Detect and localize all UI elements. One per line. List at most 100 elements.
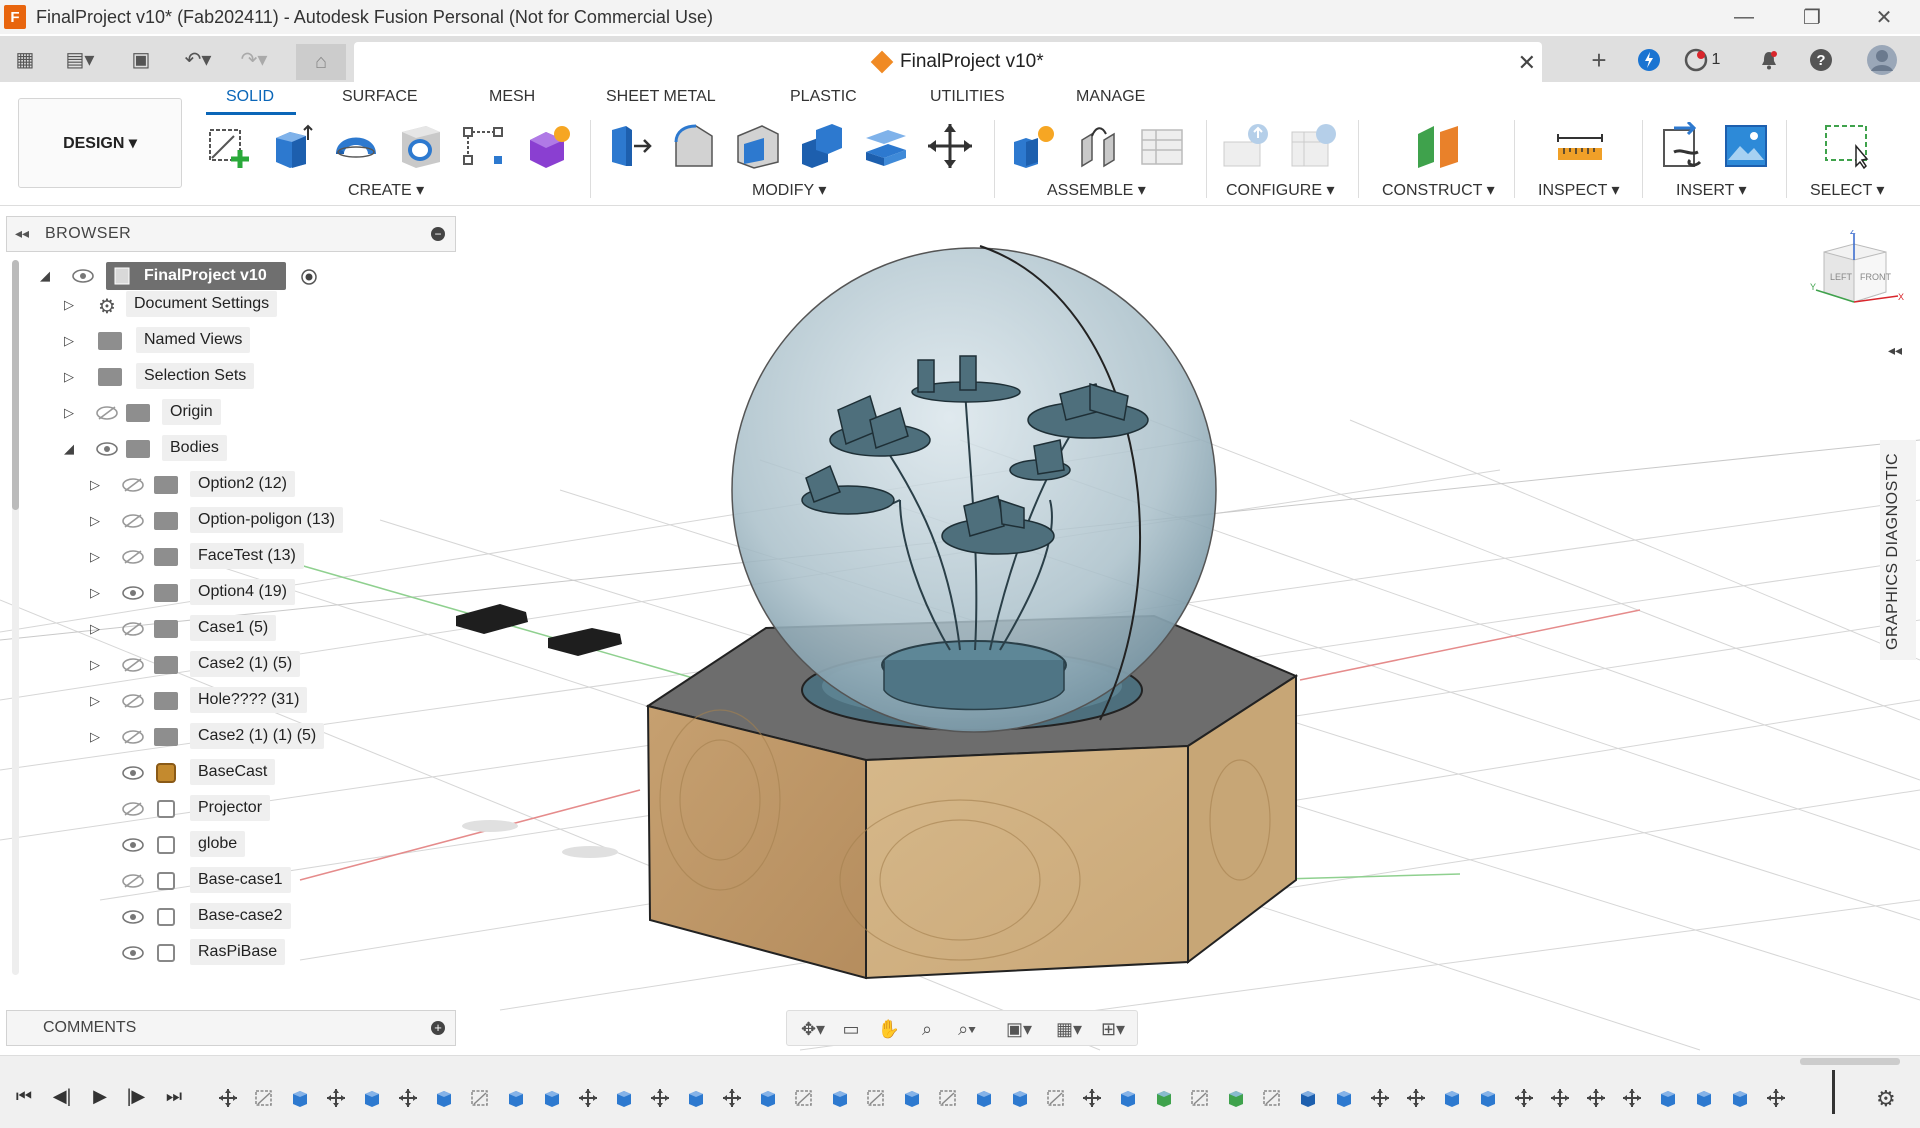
revolve-icon[interactable]	[332, 122, 380, 170]
timeline-track[interactable]	[218, 1082, 1838, 1112]
viewports-icon[interactable]: ⊞▾	[1093, 1017, 1133, 1041]
minimize-button[interactable]: —	[1716, 0, 1772, 34]
timeline-move-icon[interactable]	[218, 1088, 238, 1108]
timeline-extrude-icon[interactable]	[1478, 1088, 1498, 1108]
visibility-eye-icon[interactable]	[96, 442, 118, 456]
pattern-icon[interactable]	[460, 122, 508, 170]
construct-group-label[interactable]: CONSTRUCT ▾	[1382, 180, 1495, 200]
tree-item-body[interactable]: globe	[32, 831, 432, 859]
timeline-move-icon[interactable]	[1766, 1088, 1786, 1108]
new-tab-plus-icon[interactable]: +	[1584, 45, 1614, 75]
tab-sheet-metal[interactable]: SHEET METAL	[606, 88, 716, 106]
hidden-eye-icon[interactable]	[122, 478, 144, 492]
hidden-eye-icon[interactable]	[122, 802, 144, 816]
tree-item-body[interactable]: Base-case1	[32, 867, 432, 895]
tree-item-origin[interactable]: ▷ Origin	[32, 399, 332, 427]
expand-triangle-icon[interactable]: ▷	[88, 513, 102, 528]
combine-icon[interactable]	[798, 122, 846, 170]
hidden-eye-icon[interactable]	[122, 874, 144, 888]
hidden-eye-icon[interactable]	[96, 406, 118, 420]
timeline-joint-icon[interactable]	[1298, 1088, 1318, 1108]
extrude-icon[interactable]	[268, 122, 316, 170]
visibility-eye-icon[interactable]	[122, 766, 144, 780]
expand-triangle-icon[interactable]: ▷	[62, 405, 76, 420]
fillet-icon[interactable]	[670, 122, 718, 170]
expand-triangle-icon[interactable]: ▷	[88, 657, 102, 672]
timeline-move-icon[interactable]	[398, 1088, 418, 1108]
timeline-plane-icon[interactable]	[1154, 1088, 1174, 1108]
table-icon[interactable]	[1138, 122, 1186, 170]
browser-scrollbar-thumb[interactable]	[12, 260, 19, 510]
tree-item-component[interactable]: ▷ Case2 (1) (1) (5)	[32, 723, 432, 751]
workspace-selector[interactable]: DESIGN ▾	[18, 98, 182, 188]
hidden-eye-icon[interactable]	[122, 514, 144, 528]
save-icon[interactable]: ▣	[126, 44, 156, 74]
tree-item-component[interactable]: ▷ FaceTest (13)	[32, 543, 432, 571]
timeline-sketch-icon[interactable]	[470, 1088, 490, 1108]
expand-triangle-icon[interactable]: ▷	[62, 333, 76, 348]
visibility-eye-icon[interactable]	[122, 946, 144, 960]
timeline-move-icon[interactable]	[1082, 1088, 1102, 1108]
hole-icon[interactable]	[396, 122, 444, 170]
redo-icon[interactable]: ↷▾	[232, 44, 276, 74]
zoom-icon[interactable]: ⌕	[913, 1017, 941, 1041]
timeline-move-icon[interactable]	[1550, 1088, 1570, 1108]
timeline-extrude-icon[interactable]	[1658, 1088, 1678, 1108]
tree-item-component[interactable]: ▷ Case1 (5)	[32, 615, 432, 643]
timeline-sketch-icon[interactable]	[254, 1088, 274, 1108]
display-settings-icon[interactable]: ▣▾	[999, 1017, 1039, 1041]
timeline-extrude-icon[interactable]	[362, 1088, 382, 1108]
file-menu-icon[interactable]: ▤▾	[60, 44, 100, 74]
timeline-move-icon[interactable]	[326, 1088, 346, 1108]
press-pull-icon[interactable]	[606, 122, 654, 170]
hidden-eye-icon[interactable]	[122, 622, 144, 636]
extensions-icon[interactable]	[1634, 45, 1664, 75]
inspect-group-label[interactable]: INSPECT ▾	[1538, 180, 1620, 200]
timeline-extrude-icon[interactable]	[830, 1088, 850, 1108]
orbit-icon[interactable]: ✥▾	[793, 1017, 833, 1041]
offset-plane-icon[interactable]	[1414, 122, 1462, 170]
timeline-extrude-icon[interactable]	[758, 1088, 778, 1108]
timeline-marker[interactable]	[1832, 1070, 1835, 1114]
collapse-browser-icon[interactable]: ◂◂	[15, 225, 29, 242]
go-to-end-icon[interactable]: ⏭	[160, 1084, 188, 1108]
configure-icon[interactable]	[1222, 122, 1270, 170]
configure-group-label[interactable]: CONFIGURE ▾	[1226, 180, 1334, 200]
user-avatar-icon[interactable]	[1864, 45, 1900, 75]
expand-triangle-icon[interactable]: ▷	[88, 621, 102, 636]
new-component-icon[interactable]	[1010, 122, 1058, 170]
visibility-eye-icon[interactable]	[122, 838, 144, 852]
tree-item-component[interactable]: ▷ Option2 (12)	[32, 471, 432, 499]
timeline-extrude-icon[interactable]	[974, 1088, 994, 1108]
configure-table-icon[interactable]	[1290, 122, 1338, 170]
active-radio-icon[interactable]	[300, 268, 318, 286]
visibility-eye-icon[interactable]	[122, 586, 144, 600]
home-tab-icon[interactable]: ⌂	[296, 44, 346, 80]
tree-item-body[interactable]: Projector	[32, 795, 432, 823]
timeline-move-icon[interactable]	[1622, 1088, 1642, 1108]
tab-plastic[interactable]: PLASTIC	[790, 88, 857, 106]
select-group-label[interactable]: SELECT ▾	[1810, 180, 1884, 200]
expand-triangle-icon[interactable]: ▷	[62, 297, 76, 312]
timeline-move-icon[interactable]	[578, 1088, 598, 1108]
timeline-sketch-icon[interactable]	[938, 1088, 958, 1108]
insert-canvas-icon[interactable]	[1722, 122, 1770, 170]
visibility-eye-icon[interactable]	[122, 910, 144, 924]
tree-item-bodies[interactable]: ◢ Bodies	[32, 435, 332, 463]
window-select-icon[interactable]	[1822, 122, 1870, 170]
timeline-extrude-icon[interactable]	[1010, 1088, 1030, 1108]
timeline-move-icon[interactable]	[1406, 1088, 1426, 1108]
comments-panel[interactable]: COMMENTS +	[6, 1010, 456, 1046]
timeline-extrude-icon[interactable]	[290, 1088, 310, 1108]
app-grid-icon[interactable]: ▦	[10, 44, 40, 74]
tree-item-named-views[interactable]: ▷ Named Views	[32, 327, 332, 355]
timeline-plane-icon[interactable]	[1226, 1088, 1246, 1108]
fit-zoom-icon[interactable]: ⌕▾	[947, 1017, 987, 1041]
timeline-move-icon[interactable]	[1370, 1088, 1390, 1108]
assemble-group-label[interactable]: ASSEMBLE ▾	[1047, 180, 1146, 200]
tree-item-body[interactable]: Base-case2	[32, 903, 432, 931]
tree-root[interactable]: ◢ FinalProject v10	[32, 262, 332, 290]
timeline-sketch-icon[interactable]	[866, 1088, 886, 1108]
play-icon[interactable]: ▶	[86, 1084, 114, 1108]
timeline-extrude-icon[interactable]	[686, 1088, 706, 1108]
